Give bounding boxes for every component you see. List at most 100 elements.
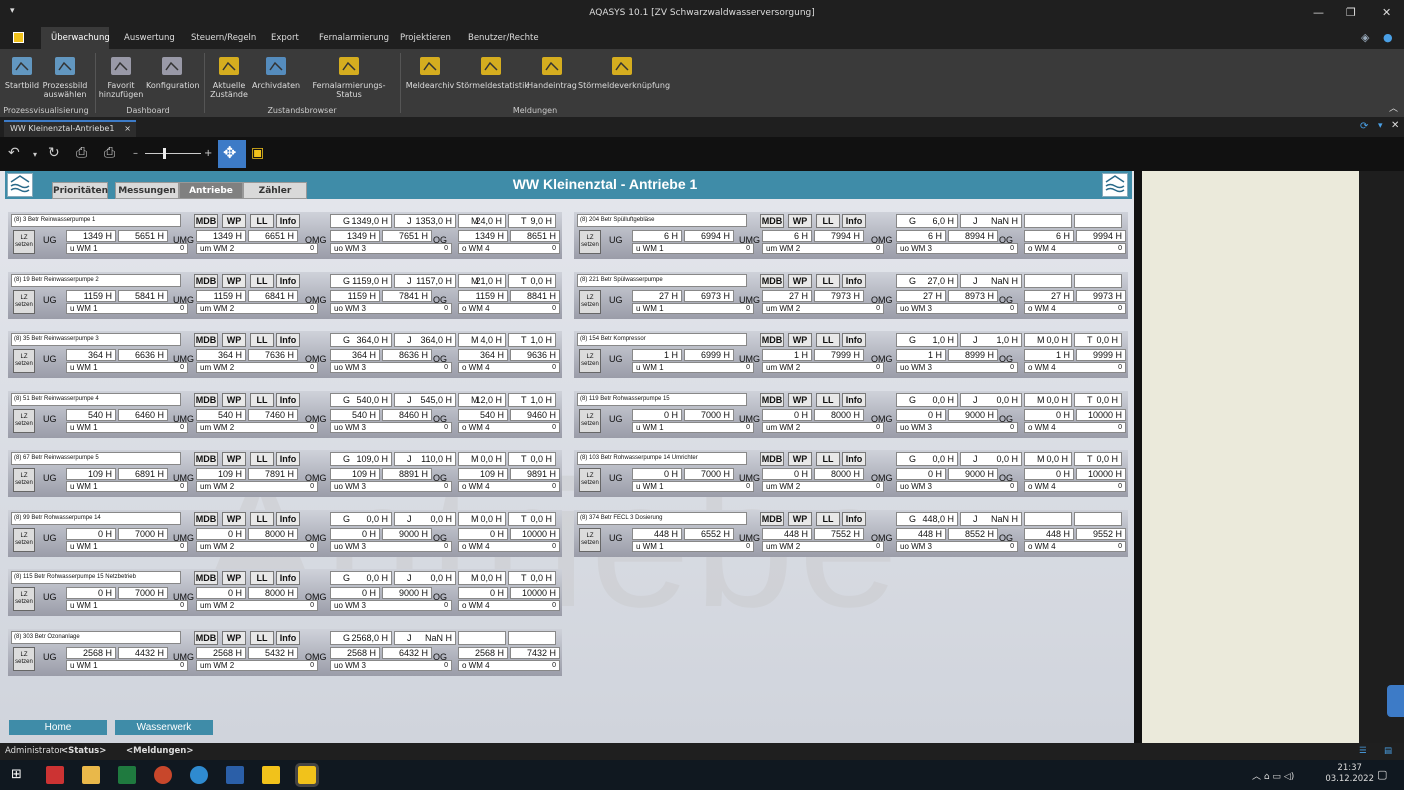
excel-icon[interactable] [118,766,136,784]
menu-tab-4[interactable]: Fernalarmierung [309,27,389,49]
ll-button[interactable]: LL [250,630,274,645]
lz-setzen-button[interactable]: LZ setzen [13,646,35,671]
print-icon[interactable]: ⎙ [76,145,87,161]
aqasys-active-icon[interactable] [295,763,319,787]
explorer-icon[interactable] [82,766,100,784]
lz-setzen-button[interactable]: LZ setzen [13,408,35,433]
info-button[interactable]: Info [276,392,300,407]
layout-icon[interactable]: ☰ [1359,743,1367,760]
lz-setzen-button[interactable]: LZ setzen [13,349,35,373]
zoom-out-icon[interactable]: – [133,148,138,159]
app-icon-1[interactable] [46,766,64,784]
mdb-button[interactable]: MDB [194,333,218,347]
menu-tab-5[interactable]: Projektieren [390,27,451,49]
mdb-button[interactable]: MDB [194,392,218,407]
clock[interactable]: 21:37 03.12.2022 [1325,763,1374,785]
messages-link[interactable]: <Meldungen> [126,743,193,760]
page-tab-1[interactable]: Messungen [115,182,179,199]
word-icon[interactable] [226,766,244,784]
info-button[interactable]: Info [842,392,866,407]
ll-button[interactable]: LL [250,392,274,407]
info-button[interactable]: Info [276,571,300,585]
lz-setzen-button[interactable]: LZ setzen [579,289,601,314]
mdb-button[interactable]: MDB [194,630,218,645]
menu-tab-1[interactable]: Auswertung [114,27,176,49]
wp-button[interactable]: WP [788,333,812,347]
menu-tab-0[interactable]: Überwachung [41,27,110,49]
lz-setzen-button[interactable]: LZ setzen [13,527,35,552]
lz-setzen-button[interactable]: LZ setzen [13,230,35,254]
info-button[interactable]: Info [276,452,300,466]
zoom-slider[interactable] [145,153,201,154]
menu-tab-3[interactable]: Export [261,27,301,49]
mdb-button[interactable]: MDB [760,214,784,228]
wp-button[interactable]: WP [788,511,812,526]
powerpoint-icon[interactable] [154,766,172,784]
ribbon-button-2[interactable]: Favorit hinzufügen [98,53,144,99]
ll-button[interactable]: LL [250,511,274,526]
help-icon[interactable]: ● [1383,31,1393,44]
print-preview-icon[interactable]: ⎙ [104,145,115,161]
edge-icon[interactable] [190,766,208,784]
collapse-ribbon-icon[interactable]: ︿ [1389,101,1398,114]
menu-tab-6[interactable]: Benutzer/Rechte [458,27,539,49]
zoom-in-icon[interactable]: + [204,148,212,159]
sync-icon[interactable]: ⟳ [1360,121,1368,132]
mdb-button[interactable]: MDB [760,392,784,407]
info-button[interactable]: Info [276,333,300,347]
wp-button[interactable]: WP [788,214,812,228]
page-tab-2[interactable]: Antriebe [179,182,243,199]
ribbon-button-10[interactable]: Störmeldeverknüpfung [578,53,670,90]
maximize-icon[interactable]: ❐ [1346,6,1356,19]
info-button[interactable]: Info [842,214,866,228]
lz-setzen-button[interactable]: LZ setzen [579,527,601,552]
pan-tool-button[interactable]: ✥ [218,140,246,168]
ll-button[interactable]: LL [250,333,274,347]
ribbon-button-9[interactable]: Handeintrag [526,53,578,90]
mdb-button[interactable]: MDB [760,452,784,466]
mdb-button[interactable]: MDB [194,452,218,466]
ll-button[interactable]: LL [816,511,840,526]
wp-button[interactable]: WP [222,214,246,228]
wp-button[interactable]: WP [788,392,812,407]
lz-setzen-button[interactable]: LZ setzen [13,587,35,611]
refresh-icon[interactable]: ↻ [48,145,60,161]
undo-icon[interactable]: ↶ [8,145,20,161]
mdb-button[interactable]: MDB [194,273,218,288]
ribbon-button-7[interactable]: Meldearchiv [405,53,455,90]
info-button[interactable]: Info [842,333,866,347]
info-button[interactable]: Info [842,273,866,288]
mdb-button[interactable]: MDB [194,571,218,585]
info-button[interactable]: Info [276,511,300,526]
page-tab-3[interactable]: Zähler [243,182,307,199]
ll-button[interactable]: LL [250,571,274,585]
lz-setzen-button[interactable]: LZ setzen [13,289,35,314]
mdb-button[interactable]: MDB [760,511,784,526]
page-tab-0[interactable]: Prioritäten [52,182,108,199]
info-button[interactable]: Info [842,511,866,526]
ribbon-button-8[interactable]: Störmeldestatistik [456,53,529,90]
ll-button[interactable]: LL [816,452,840,466]
mdb-button[interactable]: MDB [194,214,218,228]
tray-icons[interactable]: ︿ ⌂ ▭ ◁) [1252,769,1294,782]
undo-dropdown-icon[interactable]: ▾ [33,150,37,159]
minimize-icon[interactable]: — [1313,6,1324,19]
mdb-button[interactable]: MDB [760,333,784,347]
database-status-icon[interactable]: ▤ [1384,743,1392,760]
info-button[interactable]: Info [276,630,300,645]
wasserwerk-button[interactable]: Wasserwerk [115,720,213,735]
lz-setzen-button[interactable]: LZ setzen [579,408,601,433]
ribbon-button-1[interactable]: Prozessbild auswählen [42,53,88,99]
wp-button[interactable]: WP [788,273,812,288]
notifications-icon[interactable]: ▢ [1377,768,1387,781]
wp-button[interactable]: WP [222,273,246,288]
wp-button[interactable]: WP [222,630,246,645]
document-tab[interactable]: WW Kleinenztal-Antriebe1 × [4,120,136,137]
ribbon-button-4[interactable]: Aktuelle Zustände [208,53,250,99]
collapse-panel-button[interactable] [1387,685,1404,717]
windows-start-icon[interactable]: ⊞ [11,767,22,782]
lz-setzen-button[interactable]: LZ setzen [13,468,35,492]
close-icon[interactable]: ✕ [1382,6,1391,19]
slideshow-icon[interactable]: ▣ [251,145,264,161]
ll-button[interactable]: LL [816,214,840,228]
